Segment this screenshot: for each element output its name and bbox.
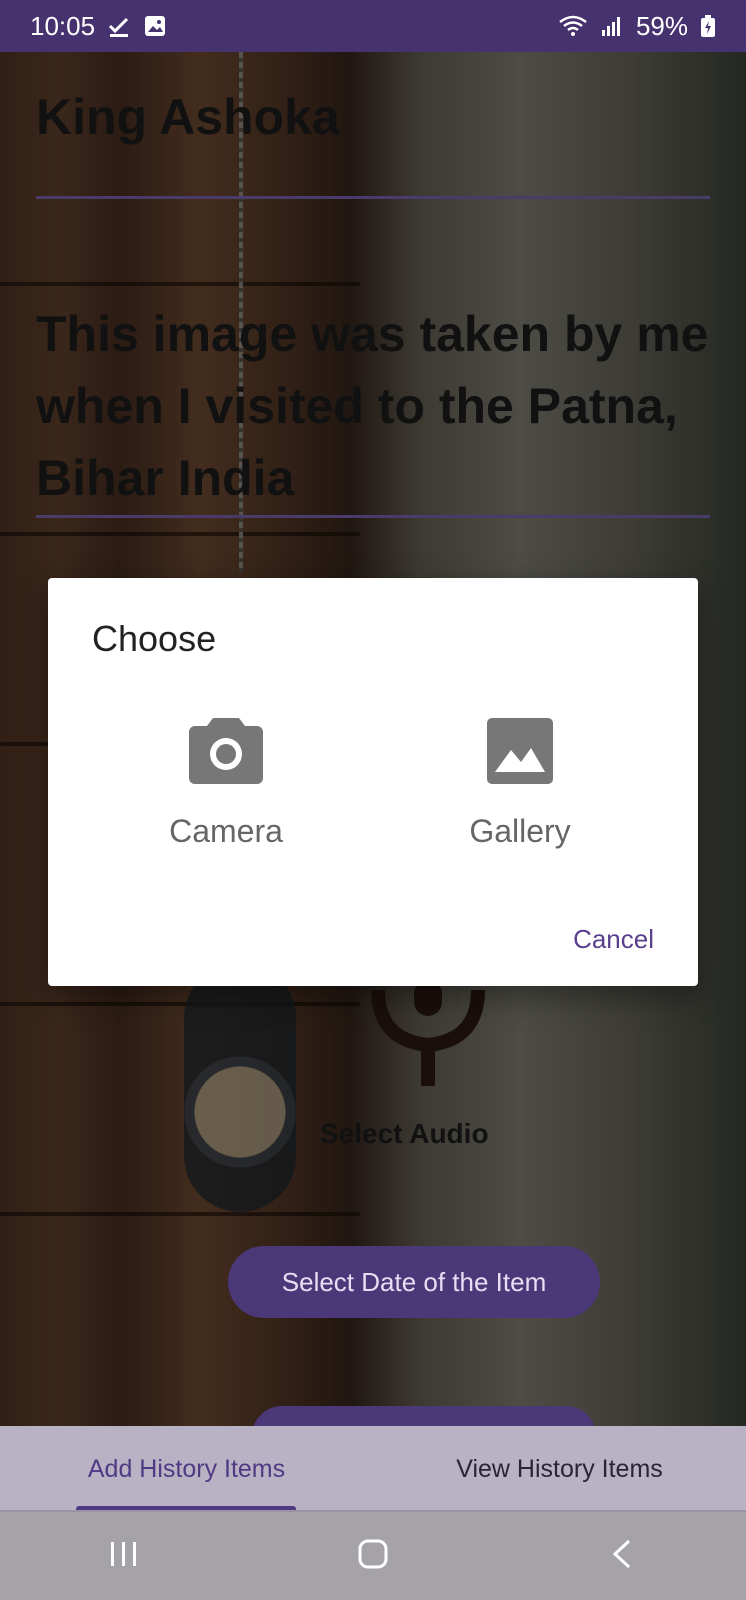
check-download-icon	[107, 14, 131, 38]
camera-label: Camera	[169, 813, 283, 849]
image-notification-icon	[143, 14, 167, 38]
gallery-option[interactable]: Gallery	[420, 718, 620, 850]
dialog-title: Choose	[92, 618, 217, 659]
wifi-icon	[558, 14, 588, 38]
home-button[interactable]	[343, 1526, 403, 1586]
battery-charging-icon	[700, 14, 716, 38]
camera-option[interactable]: Camera	[126, 718, 326, 850]
tab-label: View History Items	[456, 1454, 663, 1483]
recent-apps-button[interactable]	[94, 1526, 154, 1586]
cancel-button[interactable]: Cancel	[573, 924, 654, 955]
status-bar: 10:05 59%	[0, 0, 746, 52]
tab-label: Add History Items	[87, 1454, 286, 1483]
system-nav-bar	[0, 1512, 746, 1600]
home-icon	[358, 1539, 388, 1574]
back-icon	[611, 1539, 633, 1574]
battery-percent: 59%	[635, 10, 688, 41]
recent-apps-icon	[109, 1540, 139, 1573]
tab-bar-divider	[0, 1510, 746, 1512]
bottom-tab-bar: Add History Items View History Items	[0, 1426, 746, 1512]
camera-icon	[189, 718, 263, 789]
choose-dialog: Choose Camera Gallery Cancel	[48, 578, 698, 986]
tab-view-history-items[interactable]: View History Items	[373, 1426, 746, 1512]
tab-add-history-items[interactable]: Add History Items	[0, 1426, 373, 1512]
signal-icon	[600, 14, 624, 38]
status-right: 59%	[558, 11, 716, 42]
status-left: 10:05	[30, 11, 167, 42]
gallery-icon	[487, 718, 553, 789]
back-button[interactable]	[592, 1526, 652, 1586]
gallery-label: Gallery	[469, 813, 571, 849]
status-time: 10:05	[30, 10, 96, 41]
